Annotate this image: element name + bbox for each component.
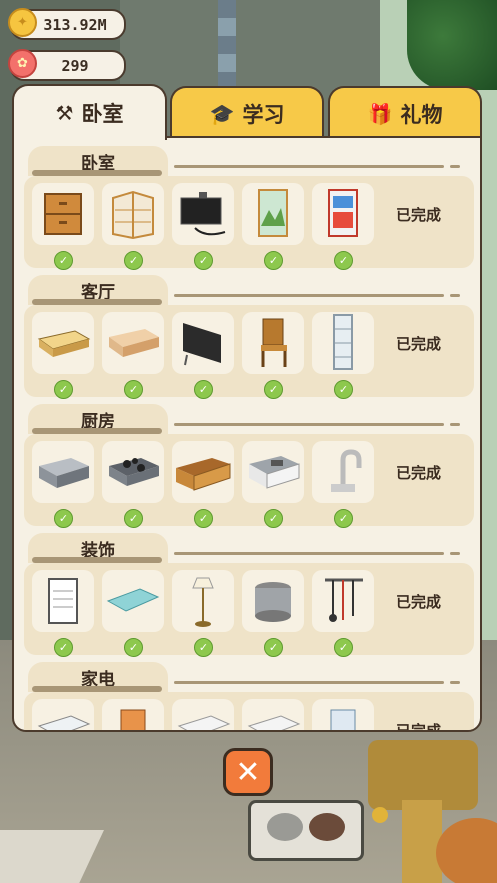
item-card: ✓ ✓ ✓ ✓ ✓ 已完成 [24, 305, 474, 399]
check-icon: ✓ [194, 509, 213, 528]
tab-label: 学习 [242, 103, 285, 127]
appliance-4-icon[interactable] [242, 699, 304, 730]
check-icon: ✓ [264, 509, 283, 528]
cabinet-icon[interactable] [172, 441, 234, 503]
status-completed: 已完成 [396, 206, 442, 224]
coffee-table-icon[interactable] [32, 312, 94, 374]
check-icon: ✓ [54, 380, 73, 399]
tab-gift[interactable]: 🎁 礼物 [328, 86, 482, 140]
pot-icon[interactable] [242, 570, 304, 632]
close-button[interactable]: ✕ [223, 748, 273, 796]
faucet-icon[interactable] [312, 441, 374, 503]
check-icon: ✓ [264, 638, 283, 657]
check-icon: ✓ [194, 251, 213, 270]
floor-lamp-icon[interactable] [172, 570, 234, 632]
status-completed: 已完成 [396, 722, 442, 732]
appliance-1-icon[interactable] [32, 699, 94, 730]
panel-body: 卧室 ✓ ✓ ✓ ✓ ✓ 已完成 客厅 ✓ ✓ ✓ ✓ ✓ 已完成 厨房 ✓ ✓… [12, 136, 482, 732]
graduation-cap-icon: 🎓 [209, 102, 235, 126]
check-icon: ✓ [264, 380, 283, 399]
section-living-room: 客厅 ✓ ✓ ✓ ✓ ✓ 已完成 [24, 275, 474, 399]
sink-counter-icon[interactable] [242, 441, 304, 503]
check-icon: ✓ [54, 509, 73, 528]
furniture-panel: ⚒ 卧室 🎓 学习 🎁 礼物 卧室 ✓ ✓ ✓ ✓ ✓ 已完成 客厅 ✓ ✓ ✓… [12, 84, 482, 732]
flower-icon: ✿ [8, 49, 37, 78]
status-completed: 已完成 [396, 593, 442, 611]
check-icon: ✓ [194, 380, 213, 399]
status-completed: 已完成 [396, 335, 442, 353]
mat-icon[interactable] [102, 570, 164, 632]
tv-screen-icon[interactable] [172, 312, 234, 374]
appliance-3-icon[interactable] [172, 699, 234, 730]
utensil-rack-icon[interactable] [312, 570, 374, 632]
wooden-chair-icon[interactable] [242, 312, 304, 374]
section-header: 客厅 [24, 275, 474, 305]
glass-shelf-icon[interactable] [312, 312, 374, 374]
coin-icon: ✦ [8, 8, 37, 37]
tab-label: 卧室 [81, 102, 124, 126]
status-completed: 已完成 [396, 464, 442, 482]
section-header: 厨房 [24, 404, 474, 434]
corner-shelf-icon[interactable] [102, 183, 164, 245]
check-icon: ✓ [124, 638, 143, 657]
clipboard-icon[interactable] [32, 570, 94, 632]
item-card: ✓ ✓ ✓ ✓ ✓ 已完成 [24, 176, 474, 270]
check-icon: ✓ [54, 251, 73, 270]
tab-bedroom[interactable]: ⚒ 卧室 [12, 84, 167, 140]
check-icon: ✓ [124, 509, 143, 528]
check-icon: ✓ [124, 251, 143, 270]
nightstand-icon[interactable] [32, 183, 94, 245]
check-icon: ✓ [334, 638, 353, 657]
section-header: 家电 [24, 662, 474, 692]
coin-counter: ✦ 313.92M [8, 8, 126, 40]
appliance-5-icon[interactable] [312, 699, 374, 730]
section-kitchen: 厨房 ✓ ✓ ✓ ✓ ✓ 已完成 [24, 404, 474, 528]
item-card: ✓ ✓ ✓ ✓ ✓ 已完成 [24, 434, 474, 528]
item-card: 已完成 [24, 692, 474, 732]
pet-bowl [248, 800, 364, 861]
check-icon: ✓ [334, 509, 353, 528]
section-bedroom: 卧室 ✓ ✓ ✓ ✓ ✓ 已完成 [24, 146, 474, 270]
poster-icon[interactable] [312, 183, 374, 245]
check-icon: ✓ [264, 251, 283, 270]
plant-decoration [407, 0, 497, 90]
bell-toy [372, 807, 388, 823]
item-card: ✓ ✓ ✓ ✓ ✓ 已完成 [24, 563, 474, 657]
hammer-icon: ⚒ [55, 101, 74, 125]
tv-icon[interactable] [172, 183, 234, 245]
gift-icon: 🎁 [367, 102, 393, 126]
check-icon: ✓ [54, 638, 73, 657]
section-decoration: 装饰 ✓ ✓ ✓ ✓ ✓ 已完成 [24, 533, 474, 657]
appliance-2-icon[interactable] [102, 699, 164, 730]
tv-cabinet-icon[interactable] [102, 312, 164, 374]
close-icon: ✕ [235, 754, 261, 790]
check-icon: ✓ [334, 380, 353, 399]
check-icon: ✓ [194, 638, 213, 657]
section-header: 装饰 [24, 533, 474, 563]
tab-study[interactable]: 🎓 学习 [170, 86, 324, 140]
tab-label: 礼物 [400, 103, 443, 127]
stove-icon[interactable] [102, 441, 164, 503]
section-header: 卧室 [24, 146, 474, 176]
counter-icon[interactable] [32, 441, 94, 503]
check-icon: ✓ [124, 380, 143, 399]
window-painting-icon[interactable] [242, 183, 304, 245]
check-icon: ✓ [334, 251, 353, 270]
cat-tree-post [402, 800, 442, 883]
section-appliances: 家电 已完成 [24, 662, 474, 732]
flower-counter: ✿ 299 [8, 49, 126, 81]
